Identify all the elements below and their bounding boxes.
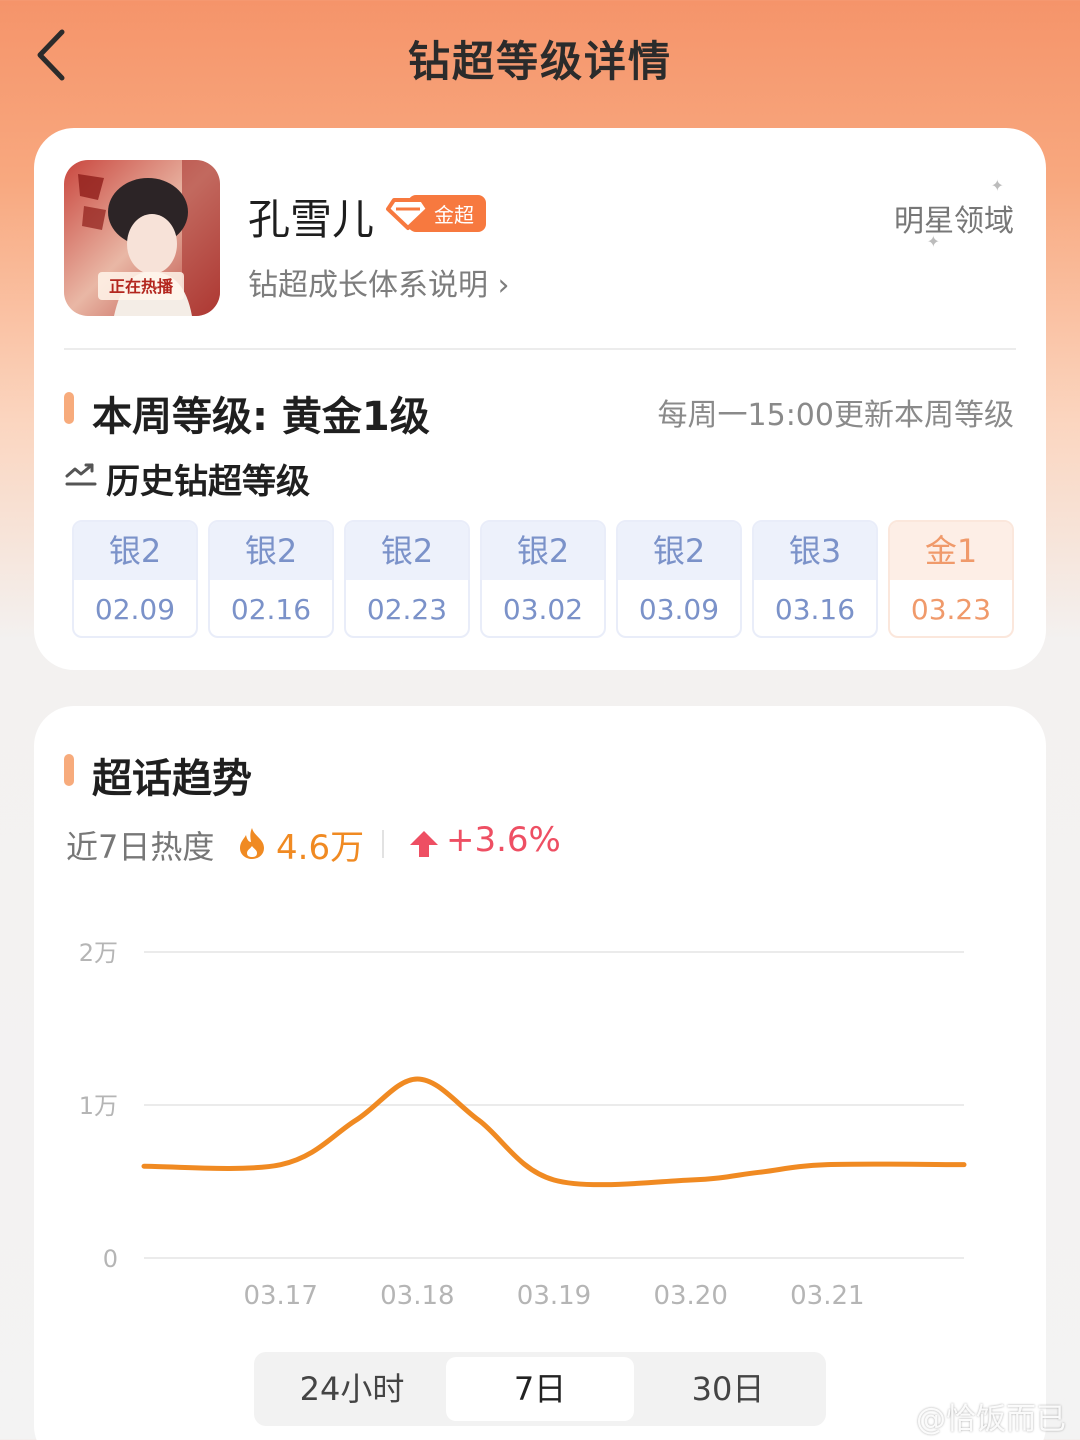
tab-30d[interactable]: 30日 — [634, 1357, 822, 1421]
x-tick-label: 03.21 — [790, 1281, 864, 1311]
history-level-item[interactable]: 银2 02.23 — [344, 520, 470, 638]
level-date: 03.23 — [910, 593, 992, 626]
y-tick-label: 1万 — [79, 1092, 118, 1120]
x-tick-label: 03.17 — [243, 1281, 317, 1311]
svg-text:正在热播: 正在热播 — [109, 277, 174, 296]
watermark-text: @恰饭而已 — [916, 1402, 1066, 1437]
sparkle-icon: ✦ — [990, 176, 1004, 195]
y-tick-label: 2万 — [79, 939, 118, 967]
history-level-list: 银2 02.09 银2 02.16 银2 02.23 银2 03.02 银2 0… — [72, 520, 1014, 638]
trend-line-chart: 0 1万 2万 03.17 03.18 03.19 03.20 03.21 — [79, 939, 967, 1311]
gold-super-badge: 金超 — [386, 194, 486, 232]
x-tick-label: 03.18 — [380, 1281, 454, 1311]
page-title: 钻超等级详情 — [407, 37, 672, 86]
series-line — [141, 1076, 967, 1188]
fire-icon — [240, 828, 264, 859]
divider — [64, 348, 1016, 350]
star-name: 孔雪儿 — [248, 195, 375, 244]
trend-history-icon — [65, 463, 97, 486]
level-name: 银2 — [482, 522, 604, 580]
level-name: 银3 — [754, 522, 876, 580]
heat-value: 4.6万 — [276, 828, 365, 868]
level-name: 银2 — [210, 522, 332, 580]
section-accent-bar — [64, 754, 74, 786]
history-level-item[interactable]: 银3 03.16 — [752, 520, 878, 638]
level-name: 银2 — [74, 522, 196, 580]
heat-delta: +3.6% — [446, 820, 561, 860]
history-level-title: 历史钻超等级 — [106, 462, 310, 502]
top-nav-bar: 钻超等级详情 — [0, 0, 1080, 110]
range-tab-group: 24小时 7日 30日 — [254, 1352, 826, 1426]
heat-label: 近7日热度 — [66, 828, 215, 866]
tab-7d[interactable]: 7日 — [446, 1357, 634, 1421]
section-accent-bar — [64, 392, 74, 424]
x-tick-label: 03.19 — [517, 1281, 591, 1311]
level-date: 02.23 — [366, 593, 448, 626]
history-level-item-current[interactable]: 金1 03.23 — [888, 520, 1014, 638]
tab-24h[interactable]: 24小时 — [258, 1357, 446, 1421]
trend-title: 超话趋势 — [92, 756, 252, 802]
level-name: 金1 — [890, 522, 1012, 580]
level-name: 银2 — [618, 522, 740, 580]
separator — [382, 830, 384, 858]
trend-card: 超话趋势 近7日热度 4.6万 +3.6% 0 1万 2万 03.17 03.18 03.… — [34, 706, 1046, 1440]
history-level-item[interactable]: 银2 03.02 — [480, 520, 606, 638]
history-level-item[interactable]: 银2 03.09 — [616, 520, 742, 638]
level-card: 正在热播 孔雪儿 金超 钻超成长体系说明 › 明星领域 ✦ ✦ 本周等级: 黄金… — [34, 128, 1046, 670]
arrow-up-icon — [410, 831, 438, 857]
history-level-item[interactable]: 银2 02.16 — [208, 520, 334, 638]
update-note: 每周一15:00更新本周等级 — [657, 398, 1014, 433]
level-name: 银2 — [346, 522, 468, 580]
level-date: 03.09 — [638, 593, 720, 626]
star-domain-link[interactable]: 明星领域 — [894, 196, 1014, 240]
avatar[interactable]: 正在热播 — [64, 160, 220, 316]
diamond-icon — [386, 198, 430, 230]
watermark: @恰饭而已 — [872, 1394, 1066, 1438]
history-level-item[interactable]: 银2 02.09 — [72, 520, 198, 638]
level-date: 02.09 — [94, 593, 176, 626]
y-tick-label: 0 — [103, 1245, 118, 1273]
level-date: 03.16 — [774, 593, 856, 626]
growth-system-link[interactable]: 钻超成长体系说明 › — [248, 260, 510, 304]
x-tick-label: 03.20 — [653, 1281, 727, 1311]
level-date: 02.16 — [230, 593, 312, 626]
avatar-image: 正在热播 — [64, 160, 220, 316]
weibo-logo-icon — [872, 1404, 908, 1432]
level-date: 03.02 — [502, 593, 584, 626]
sparkle-icon: ✦ — [926, 232, 940, 251]
current-week-level: 本周等级: 黄金1级 — [92, 394, 430, 440]
